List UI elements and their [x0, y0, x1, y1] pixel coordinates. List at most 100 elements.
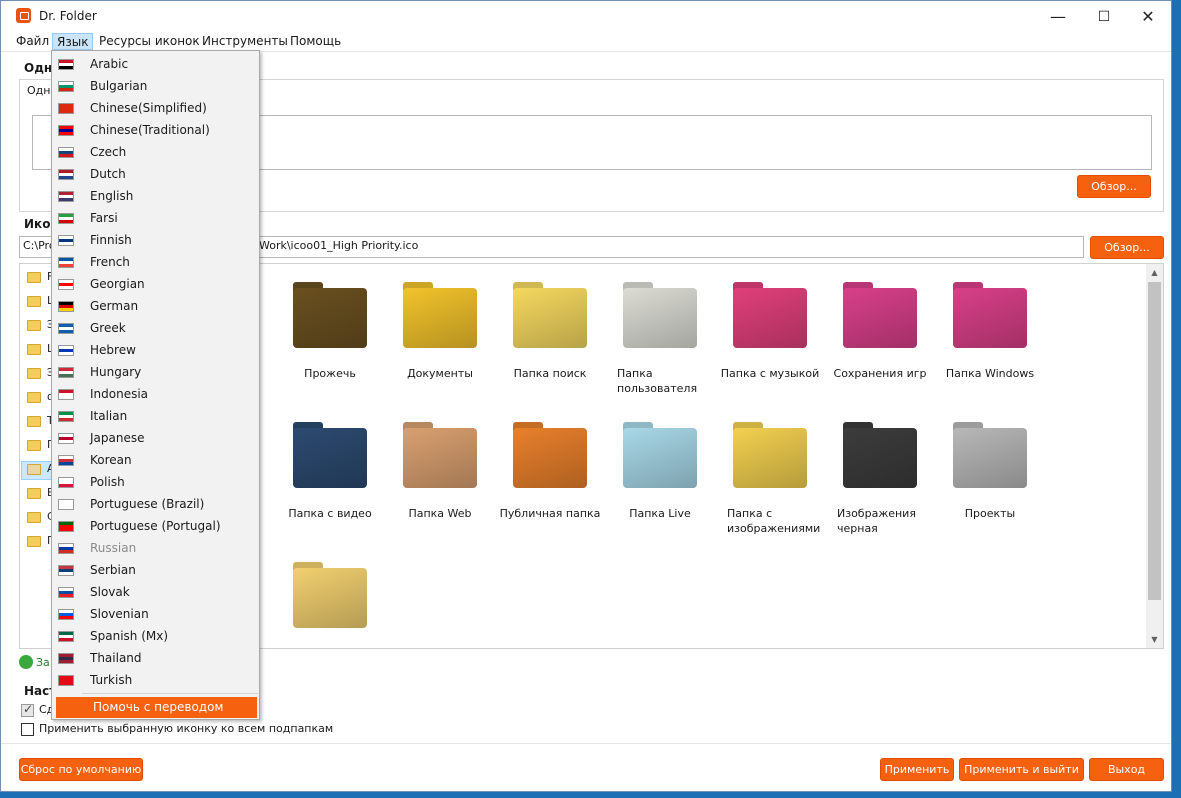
- language-item[interactable]: Hungary: [53, 362, 258, 384]
- language-label: Portuguese (Brazil): [90, 497, 205, 511]
- language-label: Finnish: [90, 233, 132, 247]
- window-title: Dr. Folder: [39, 9, 97, 23]
- flag-icon: [58, 455, 74, 466]
- scroll-thumb[interactable]: [1148, 282, 1161, 600]
- language-label: Korean: [90, 453, 132, 467]
- language-item[interactable]: Dutch: [53, 164, 258, 186]
- browse-icon-button[interactable]: Обзор...: [1090, 236, 1164, 259]
- language-item[interactable]: Japanese: [53, 428, 258, 450]
- add-link[interactable]: За: [36, 656, 50, 669]
- icon-tile[interactable]: Изображения черная: [825, 414, 935, 536]
- menu-help[interactable]: Помощь: [286, 33, 345, 50]
- menu-language[interactable]: Язык: [52, 33, 94, 50]
- icon-tile[interactable]: Папка Live: [605, 414, 715, 521]
- icon-label: Папка Web: [408, 507, 472, 520]
- scroll-down-icon[interactable]: ▼: [1146, 631, 1163, 648]
- language-item[interactable]: Farsi: [53, 208, 258, 230]
- language-item[interactable]: Spanish (Mx): [53, 626, 258, 648]
- icon-tile[interactable]: Папка поиск: [495, 274, 605, 381]
- icon-label: Изображения черная: [837, 507, 916, 535]
- minimize-button[interactable]: —: [1035, 1, 1081, 32]
- folder-icon: [617, 274, 703, 360]
- apply-exit-button[interactable]: Применить и выйти: [959, 758, 1084, 781]
- icon-tile[interactable]: Папка Web: [385, 414, 495, 521]
- language-label: Indonesia: [90, 387, 149, 401]
- folder-body: [953, 288, 1027, 348]
- browse-folders-button[interactable]: Обзор...: [1077, 175, 1151, 198]
- menu-file[interactable]: Файл: [12, 33, 53, 50]
- icon-tile[interactable]: Прожечь: [275, 274, 385, 381]
- exit-button[interactable]: Выход: [1089, 758, 1164, 781]
- icon-tile[interactable]: Документы: [385, 274, 495, 381]
- folder-body: [293, 568, 367, 628]
- flag-icon: [58, 345, 74, 356]
- language-item[interactable]: Indonesia: [53, 384, 258, 406]
- apply-button[interactable]: Применить: [880, 758, 954, 781]
- folder-icon: [727, 414, 813, 500]
- language-item[interactable]: Russian: [53, 538, 258, 560]
- icon-tile[interactable]: [275, 554, 385, 646]
- scroll-up-icon[interactable]: ▲: [1146, 264, 1163, 281]
- icon-label: Папка с музыкой: [720, 367, 820, 380]
- language-item[interactable]: Korean: [53, 450, 258, 472]
- icon-tile[interactable]: Папка пользователя: [605, 274, 715, 396]
- flag-icon: [58, 411, 74, 422]
- flag-icon: [58, 169, 74, 180]
- help-translate-item[interactable]: Помочь с переводом: [56, 697, 257, 718]
- icon-tile[interactable]: Папка с видео: [275, 414, 385, 521]
- language-item[interactable]: Portuguese (Brazil): [53, 494, 258, 516]
- apply-subfolders-label: Применить выбранную иконку ко всем подпа…: [39, 722, 334, 735]
- language-item[interactable]: German: [53, 296, 258, 318]
- icon-tile[interactable]: Папка с музыкой: [715, 274, 825, 381]
- flag-icon: [58, 389, 74, 400]
- language-label: Chinese(Simplified): [90, 101, 207, 115]
- folder-body: [843, 288, 917, 348]
- language-item[interactable]: Georgian: [53, 274, 258, 296]
- icon-label: Папка Live: [629, 507, 691, 520]
- folder-icon: [837, 274, 923, 360]
- folder-icon: [947, 274, 1033, 360]
- language-item[interactable]: Bulgarian: [53, 76, 258, 98]
- add-icon[interactable]: [19, 655, 33, 669]
- language-item[interactable]: Slovenian: [53, 604, 258, 626]
- maximize-button[interactable]: ☐: [1081, 1, 1127, 32]
- reset-defaults-button[interactable]: Сброс по умолчанию: [19, 758, 143, 781]
- language-item[interactable]: Turkish: [53, 670, 258, 692]
- language-item[interactable]: Finnish: [53, 230, 258, 252]
- menu-icon-resources[interactable]: Ресурсы иконок: [95, 33, 204, 50]
- menu-tools[interactable]: Инструменты: [198, 33, 292, 50]
- language-item[interactable]: Polish: [53, 472, 258, 494]
- language-item[interactable]: Italian: [53, 406, 258, 428]
- icon-tile[interactable]: Публичная папка: [495, 414, 605, 521]
- gallery-scrollbar[interactable]: ▲ ▼: [1146, 264, 1163, 648]
- folder-body: [293, 428, 367, 488]
- icon-label: Папка с видео: [288, 507, 372, 520]
- language-item[interactable]: Portuguese (Portugal): [53, 516, 258, 538]
- language-item[interactable]: Chinese(Simplified): [53, 98, 258, 120]
- folder-icon: [27, 440, 41, 451]
- language-item[interactable]: Serbian: [53, 560, 258, 582]
- bottom-divider: [1, 743, 1171, 744]
- icon-tile[interactable]: Папка с изображениями: [715, 414, 825, 536]
- language-item[interactable]: Chinese(Traditional): [53, 120, 258, 142]
- language-item[interactable]: Thailand: [53, 648, 258, 670]
- apply-subfolders-checkbox[interactable]: [21, 723, 34, 736]
- flag-icon: [58, 147, 74, 158]
- language-item[interactable]: Arabic: [53, 54, 258, 76]
- language-item[interactable]: French: [53, 252, 258, 274]
- language-item[interactable]: Hebrew: [53, 340, 258, 362]
- folder-icon: [287, 554, 373, 640]
- language-item[interactable]: Czech: [53, 142, 258, 164]
- flag-icon: [58, 323, 74, 334]
- setting-checkbox-1[interactable]: [21, 702, 34, 717]
- icon-tile[interactable]: Сохранения игр: [825, 274, 935, 381]
- help-translate-label: Помочь с переводом: [93, 700, 224, 714]
- folder-icon: [507, 274, 593, 360]
- language-item[interactable]: Slovak: [53, 582, 258, 604]
- icon-tile[interactable]: Папка Windows: [935, 274, 1045, 381]
- language-item[interactable]: Greek: [53, 318, 258, 340]
- close-button[interactable]: ✕: [1125, 1, 1171, 32]
- language-item[interactable]: English: [53, 186, 258, 208]
- menu-bar: Файл Язык Ресурсы иконок Инструменты Пом…: [1, 32, 1171, 51]
- icon-tile[interactable]: Проекты: [935, 414, 1045, 521]
